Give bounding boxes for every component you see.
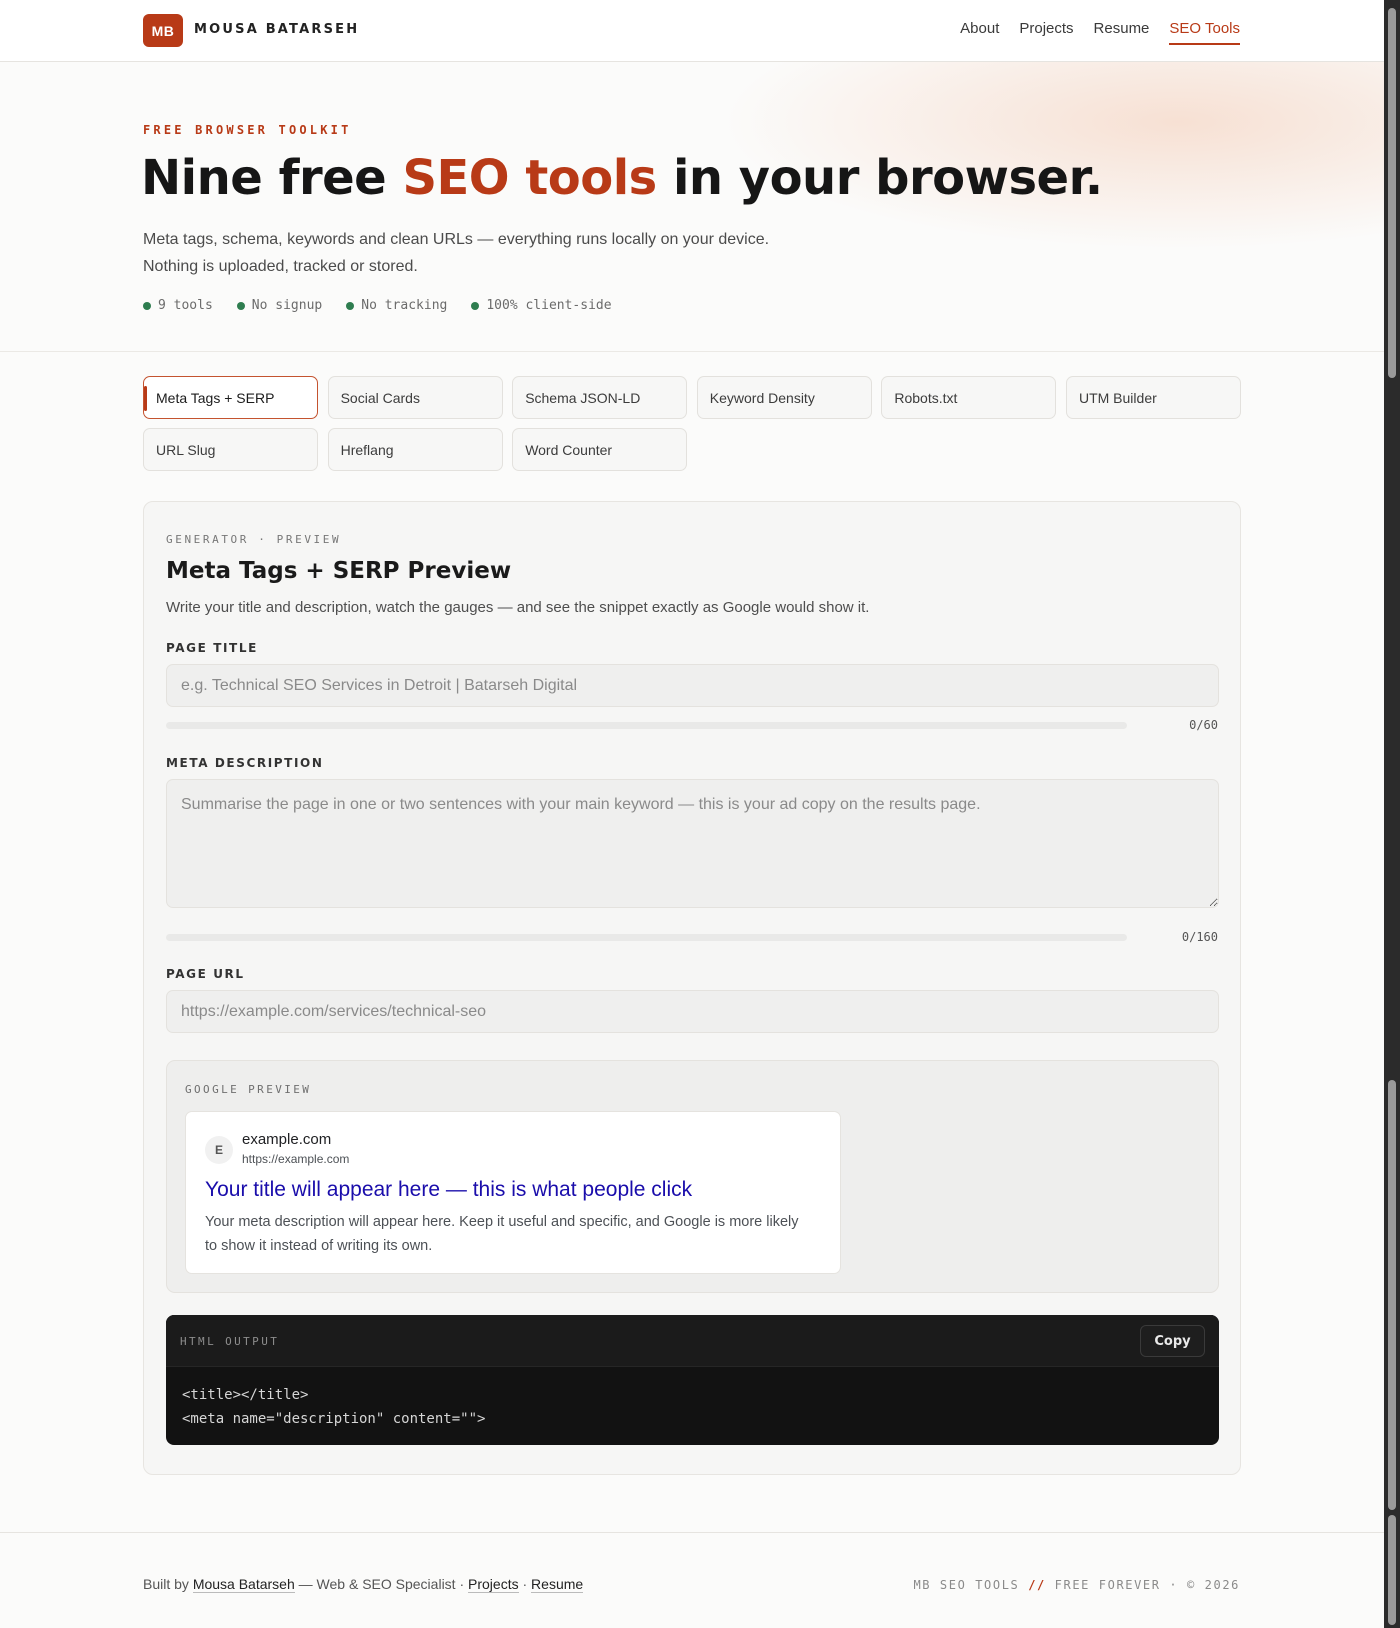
logo-badge[interactable]: MB — [143, 14, 183, 47]
chip-label: 100% client-side — [486, 298, 612, 313]
footer-separator: · — [518, 1576, 532, 1592]
nav-resume[interactable]: Resume — [1094, 20, 1150, 45]
footer-resume-link[interactable]: Resume — [531, 1576, 584, 1593]
chip-label: No signup — [251, 298, 323, 313]
nav-seo-tools[interactable]: SEO Tools — [1169, 20, 1240, 45]
status-dot-icon — [236, 301, 245, 310]
tab-meta-tags-serp[interactable]: Meta Tags + SERP — [143, 376, 318, 419]
hero-subtitle-line2: Nothing is uploaded, tracked or stored. — [143, 258, 418, 275]
copy-button[interactable]: Copy — [1140, 1325, 1205, 1357]
hero-title: Nine free SEO tools in your browser. — [141, 150, 1103, 206]
tab-utm-builder[interactable]: UTM Builder — [1065, 376, 1241, 419]
google-preview-panel: GOOGLE PREVIEW E example.com https://exa… — [166, 1060, 1219, 1293]
scrollbar-thumb[interactable] — [1388, 1080, 1396, 1510]
site-footer: Built by Mousa Batarseh — Web & SEO Spec… — [0, 1532, 1384, 1628]
chip-no-signup: No signup — [236, 298, 323, 313]
scrollbar-thumb[interactable] — [1388, 8, 1396, 378]
status-dot-icon — [143, 301, 151, 310]
hero-chips: 9 tools No signup No tracking 100% clien… — [143, 298, 612, 313]
footer-credits: Built by Mousa Batarseh — Web & SEO Spec… — [143, 1576, 584, 1593]
title-char-counter: 0/60 — [1189, 718, 1218, 732]
footer-built-by: Built by — [143, 1576, 193, 1592]
google-preview-label: GOOGLE PREVIEW — [185, 1083, 312, 1096]
tab-schema-json-ld[interactable]: Schema JSON-LD — [512, 376, 688, 419]
tool-title: Meta Tags + SERP Preview — [166, 558, 512, 584]
description-char-counter: 0/160 — [1181, 930, 1218, 944]
footer-tagline: MB SEO TOOLS // FREE FOREVER · © 2026 — [913, 1578, 1240, 1592]
footer-author-link[interactable]: Mousa Batarseh — [192, 1576, 295, 1593]
tab-url-slug[interactable]: URL Slug — [143, 428, 318, 471]
chip-client-side: 100% client-side — [471, 298, 612, 313]
status-dot-icon — [471, 301, 480, 310]
page-title-label: PAGE TITLE — [166, 641, 258, 655]
chip-no-tracking: No tracking — [346, 298, 447, 313]
meta-description-label: META DESCRIPTION — [166, 756, 324, 770]
hero-subtitle-line1: Meta tags, schema, keywords and clean UR… — [143, 231, 770, 248]
page-title-input[interactable] — [166, 664, 1219, 707]
page-url-input[interactable] — [166, 990, 1219, 1033]
title-length-gauge — [166, 722, 1127, 729]
tab-word-counter[interactable]: Word Counter — [512, 428, 688, 471]
chip-label: 9 tools — [158, 298, 213, 313]
chip-tools: 9 tools — [143, 298, 213, 313]
tool-description: Write your title and description, watch … — [166, 599, 870, 616]
nav-projects[interactable]: Projects — [1019, 20, 1073, 45]
html-output-label: HTML OUTPUT — [180, 1335, 280, 1348]
scrollbar-thumb[interactable] — [1388, 1515, 1396, 1625]
hero-eyebrow: FREE BROWSER TOOLKIT — [143, 123, 352, 137]
brand-name[interactable]: MOUSA BATARSEH — [194, 22, 359, 37]
tab-robots-txt[interactable]: Robots.txt — [881, 376, 1057, 419]
footer-tagline-prefix: MB SEO TOOLS — [913, 1578, 1029, 1592]
serp-site-name: example.com — [242, 1131, 332, 1148]
meta-tags-tool-card: GENERATOR · PREVIEW Meta Tags + SERP Pre… — [143, 501, 1241, 1475]
description-length-gauge — [166, 934, 1127, 941]
serp-snippet: E example.com https://example.com Your t… — [185, 1111, 841, 1274]
html-output-code[interactable]: <title></title> <meta name="description"… — [182, 1383, 485, 1431]
site-header: MB MOUSA BATARSEH About Projects Resume … — [0, 0, 1384, 62]
tab-keyword-density[interactable]: Keyword Density — [696, 376, 872, 419]
hero-title-start: Nine free — [141, 150, 403, 206]
html-output-header: HTML OUTPUT Copy — [166, 1315, 1219, 1367]
tool-tabs: Meta Tags + SERP Social Cards Schema JSO… — [143, 376, 1241, 471]
tool-eyebrow: GENERATOR · PREVIEW — [166, 533, 342, 546]
main-nav: About Projects Resume SEO Tools — [960, 20, 1240, 45]
hero-title-accent: SEO tools — [402, 150, 657, 206]
page-url-label: PAGE URL — [166, 967, 245, 981]
tab-hreflang[interactable]: Hreflang — [327, 428, 503, 471]
serp-description: Your meta description will appear here. … — [205, 1214, 799, 1254]
nav-about[interactable]: About — [960, 20, 999, 45]
serp-url: https://example.com — [242, 1152, 350, 1166]
page: MB MOUSA BATARSEH About Projects Resume … — [0, 0, 1384, 1628]
hero-title-end: in your browser. — [656, 150, 1103, 206]
tab-social-cards[interactable]: Social Cards — [327, 376, 503, 419]
footer-projects-link[interactable]: Projects — [468, 1576, 519, 1593]
chip-label: No tracking — [361, 298, 448, 313]
status-dot-icon — [346, 301, 355, 310]
meta-description-textarea[interactable] — [166, 779, 1219, 908]
footer-role: — Web & SEO Specialist · — [294, 1576, 469, 1592]
hero-subtitle: Meta tags, schema, keywords and clean UR… — [143, 226, 843, 280]
footer-tagline-suffix: FREE FOREVER · © 2026 — [1045, 1578, 1240, 1592]
footer-tagline-slash: // — [1028, 1578, 1046, 1592]
html-output-panel: HTML OUTPUT Copy <title></title> <meta n… — [166, 1315, 1219, 1445]
site-favicon-icon: E — [205, 1136, 233, 1164]
serp-title: Your title will appear here — this is wh… — [205, 1178, 693, 1201]
